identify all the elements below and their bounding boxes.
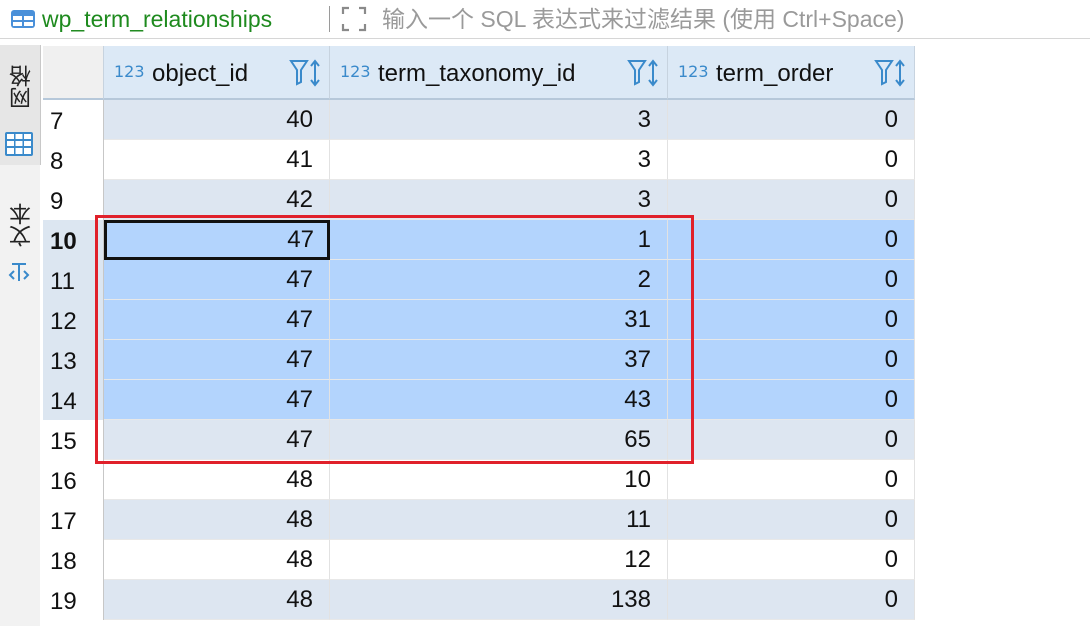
cell-term-order[interactable]: 0 bbox=[668, 420, 915, 460]
cell-term-order[interactable]: 0 bbox=[668, 500, 915, 540]
table-row[interactable]: 13 47 37 0 bbox=[43, 340, 915, 380]
row-number[interactable]: 15 bbox=[43, 420, 104, 460]
column-header-object-id[interactable]: 123 object_id bbox=[104, 46, 330, 100]
cell-term-order[interactable]: 0 bbox=[668, 340, 915, 380]
tab-text-label: 文本 bbox=[9, 203, 34, 247]
cell-term-order[interactable]: 0 bbox=[668, 220, 915, 260]
cell-term-taxonomy-id[interactable]: 43 bbox=[330, 380, 668, 420]
cell-term-taxonomy-id[interactable]: 31 bbox=[330, 300, 668, 340]
cell-object-id[interactable]: 40 bbox=[104, 100, 330, 140]
row-number[interactable]: 17 bbox=[43, 500, 104, 540]
table-row[interactable]: 15 47 65 0 bbox=[43, 420, 915, 460]
cell-object-id[interactable]: 42 bbox=[104, 180, 330, 220]
filter-sort-icon[interactable] bbox=[874, 58, 908, 88]
row-number[interactable]: 19 bbox=[43, 580, 104, 620]
table-row[interactable]: 7 40 3 0 bbox=[43, 100, 915, 140]
cell-object-id[interactable]: 47 bbox=[104, 300, 330, 340]
filter-input[interactable] bbox=[382, 4, 1082, 34]
cell-term-order[interactable]: 0 bbox=[668, 580, 915, 620]
cell-object-id[interactable]: 47 bbox=[104, 220, 330, 260]
text-icon bbox=[8, 263, 30, 281]
filter-bar: wp_term_relationships bbox=[0, 0, 1090, 39]
cell-term-order[interactable]: 0 bbox=[668, 180, 915, 220]
cell-object-id[interactable]: 47 bbox=[104, 380, 330, 420]
tab-grid[interactable]: 网格 bbox=[0, 45, 41, 165]
table-row[interactable]: 14 47 43 0 bbox=[43, 380, 915, 420]
cell-term-taxonomy-id[interactable]: 3 bbox=[330, 100, 668, 140]
row-number[interactable]: 12 bbox=[43, 300, 104, 340]
cell-object-id[interactable]: 48 bbox=[104, 500, 330, 540]
cell-term-order[interactable]: 0 bbox=[668, 140, 915, 180]
row-number[interactable]: 14 bbox=[43, 380, 104, 420]
cell-term-taxonomy-id[interactable]: 138 bbox=[330, 580, 668, 620]
table-row[interactable]: 9 42 3 0 bbox=[43, 180, 915, 220]
cell-object-id[interactable]: 47 bbox=[104, 340, 330, 380]
cell-term-taxonomy-id[interactable]: 1 bbox=[330, 220, 668, 260]
table-row[interactable]: 17 48 11 0 bbox=[43, 500, 915, 540]
cell-term-taxonomy-id[interactable]: 12 bbox=[330, 540, 668, 580]
table-name: wp_term_relationships bbox=[42, 6, 273, 32]
view-side-tabs: 网格 文本 bbox=[0, 45, 41, 626]
table-icon bbox=[11, 10, 35, 28]
row-number[interactable]: 10 bbox=[43, 220, 104, 260]
grid-icon bbox=[5, 132, 33, 156]
table-row[interactable]: 18 48 12 0 bbox=[43, 540, 915, 580]
cell-object-id[interactable]: 48 bbox=[104, 580, 330, 620]
cell-term-taxonomy-id[interactable]: 65 bbox=[330, 420, 668, 460]
column-header-label: term_taxonomy_id bbox=[378, 60, 576, 87]
column-header-label: term_order bbox=[716, 60, 834, 87]
row-number[interactable]: 13 bbox=[43, 340, 104, 380]
table-row[interactable]: 11 47 2 0 bbox=[43, 260, 915, 300]
numeric-key-type-icon: 123 bbox=[114, 62, 145, 81]
cell-term-order[interactable]: 0 bbox=[668, 380, 915, 420]
cell-term-taxonomy-id[interactable]: 10 bbox=[330, 460, 668, 500]
row-number[interactable]: 16 bbox=[43, 460, 104, 500]
expand-arrows-icon[interactable] bbox=[340, 5, 368, 33]
numeric-key-type-icon: 123 bbox=[340, 62, 371, 81]
grid-corner[interactable] bbox=[43, 46, 104, 100]
filter-sort-icon[interactable] bbox=[289, 58, 323, 88]
cell-term-taxonomy-id[interactable]: 11 bbox=[330, 500, 668, 540]
numeric-type-icon: 123 bbox=[678, 62, 709, 81]
table-row[interactable]: 8 41 3 0 bbox=[43, 140, 915, 180]
row-number[interactable]: 11 bbox=[43, 260, 104, 300]
column-header-term-order[interactable]: 123 term_order bbox=[668, 46, 915, 100]
cell-term-taxonomy-id[interactable]: 3 bbox=[330, 140, 668, 180]
cell-term-order[interactable]: 0 bbox=[668, 540, 915, 580]
divider bbox=[329, 6, 330, 32]
row-number[interactable]: 8 bbox=[43, 140, 104, 180]
cell-object-id[interactable]: 47 bbox=[104, 260, 330, 300]
cell-object-id[interactable]: 41 bbox=[104, 140, 330, 180]
table-row[interactable]: 12 47 31 0 bbox=[43, 300, 915, 340]
row-number[interactable]: 18 bbox=[43, 540, 104, 580]
cell-term-taxonomy-id[interactable]: 3 bbox=[330, 180, 668, 220]
cell-term-taxonomy-id[interactable]: 2 bbox=[330, 260, 668, 300]
cell-object-id[interactable]: 47 bbox=[104, 420, 330, 460]
filter-sort-icon[interactable] bbox=[627, 58, 661, 88]
cell-term-taxonomy-id[interactable]: 37 bbox=[330, 340, 668, 380]
cell-term-order[interactable]: 0 bbox=[668, 100, 915, 140]
row-number[interactable]: 7 bbox=[43, 100, 104, 140]
cell-object-id[interactable]: 48 bbox=[104, 460, 330, 500]
row-number[interactable]: 9 bbox=[43, 180, 104, 220]
table-row[interactable]: 16 48 10 0 bbox=[43, 460, 915, 500]
cell-term-order[interactable]: 0 bbox=[668, 260, 915, 300]
table-row[interactable]: 10 47 1 0 bbox=[43, 220, 915, 260]
column-header-label: object_id bbox=[152, 60, 249, 87]
cell-term-order[interactable]: 0 bbox=[668, 460, 915, 500]
cell-object-id[interactable]: 48 bbox=[104, 540, 330, 580]
column-header-term-taxonomy-id[interactable]: 123 term_taxonomy_id bbox=[330, 46, 668, 100]
table-row[interactable]: 19 48 138 0 bbox=[43, 580, 915, 620]
tab-grid-label: 网格 bbox=[9, 65, 34, 109]
cell-term-order[interactable]: 0 bbox=[668, 300, 915, 340]
